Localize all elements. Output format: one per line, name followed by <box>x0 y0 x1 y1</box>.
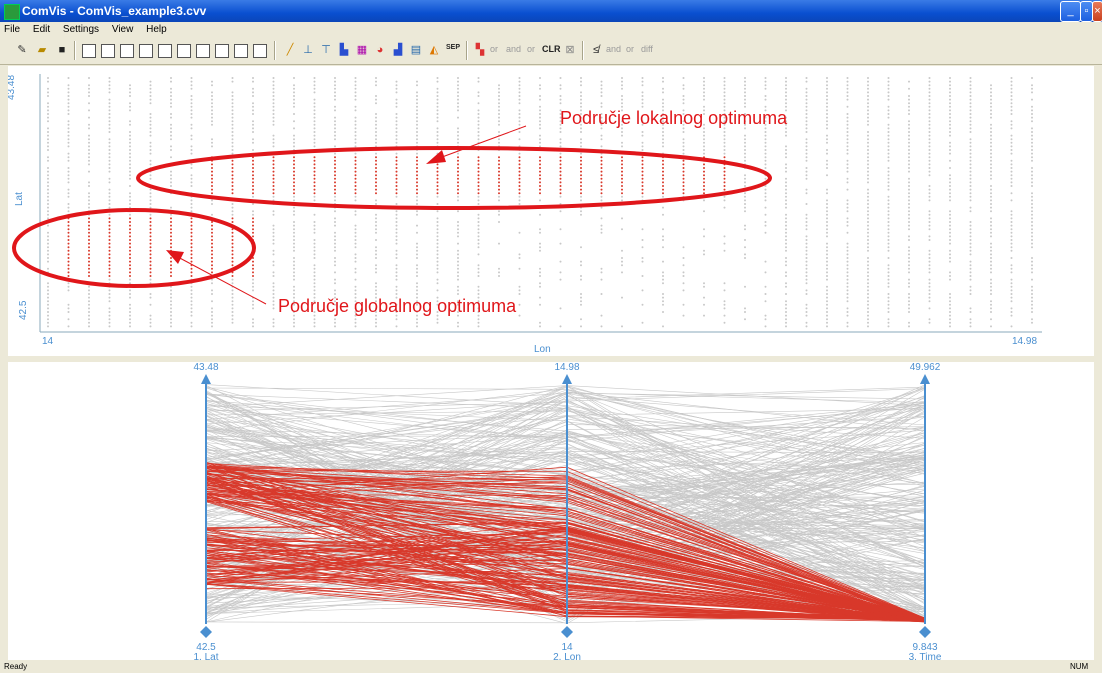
bar-chart-icon[interactable]: ▟ <box>390 42 406 58</box>
polylines <box>205 384 926 624</box>
parallel-coordinates-icon[interactable]: ⊤ <box>318 42 334 58</box>
axis-min-handle-icon[interactable] <box>200 626 212 638</box>
close-button[interactable]: × <box>1092 1 1102 22</box>
axis-max-label: 49.962 <box>910 362 941 373</box>
brush-icon[interactable]: ╱ <box>282 42 298 58</box>
x-axis-label: Lon <box>534 344 551 355</box>
y-min-label: 42.5 <box>18 300 29 320</box>
layout-icon[interactable] <box>101 44 115 58</box>
toolbar-separator <box>274 41 276 60</box>
layout-icon[interactable] <box>82 44 96 58</box>
axis-min-handle-icon[interactable] <box>561 626 573 638</box>
brush-mode-icon[interactable]: ≰ <box>588 42 604 58</box>
matrix-icon[interactable]: ▦ <box>354 42 370 58</box>
layout-icon[interactable] <box>120 44 134 58</box>
layout-icon[interactable] <box>234 44 248 58</box>
local-arrowhead-icon <box>426 150 446 164</box>
menu-help[interactable]: Help <box>142 22 173 35</box>
and-label[interactable]: and <box>606 44 621 54</box>
toolbar-separator <box>466 41 468 60</box>
status-text: Ready <box>4 662 28 671</box>
global-optimum-ellipse <box>12 208 256 288</box>
histogram-icon[interactable]: ▙ <box>336 42 352 58</box>
axis-max-label: 14.98 <box>554 362 579 373</box>
axis-name-label: 2. Lon <box>553 652 581 660</box>
parallel-coordinates-view[interactable]: 43.48 42.5 1. Lat 14.98 14 2. Lon 49.962 9.843 3… <box>8 362 1094 663</box>
axis-max-handle-icon[interactable] <box>201 374 211 384</box>
sep-label[interactable]: SEP <box>446 44 460 51</box>
scatterplot-canvas[interactable]: 43.48 42.5 Lat 14 14.98 Lon Područje lok… <box>6 66 1094 356</box>
menu-view[interactable]: View <box>108 22 140 35</box>
diff-label[interactable]: diff <box>641 44 653 54</box>
num-lock-indicator: NUM <box>1070 662 1089 671</box>
save-icon[interactable]: ■ <box>54 42 70 58</box>
toolbar-separator <box>582 41 584 60</box>
axis-max-handle-icon[interactable] <box>920 374 930 384</box>
layout-icon[interactable] <box>139 44 153 58</box>
menu-edit[interactable]: Edit <box>29 22 56 35</box>
title-bar: ComVis - ComVis_example3.cvv _ ▫ × <box>0 0 1102 22</box>
window-title: ComVis - ComVis_example3.cvv <box>22 4 207 18</box>
layout-icon[interactable] <box>158 44 172 58</box>
axis-max-handle-icon[interactable] <box>562 374 572 384</box>
open-folder-icon[interactable]: ▰ <box>34 42 50 58</box>
minimize-button[interactable]: _ <box>1060 1 1081 22</box>
global-arrowhead-icon <box>166 250 184 264</box>
axis-name-label: 1. Lat <box>193 652 218 660</box>
status-bar: Ready NUM <box>0 662 1102 673</box>
layout-icon[interactable] <box>215 44 229 58</box>
menu-settings[interactable]: Settings <box>59 22 105 35</box>
parallel-coordinates-canvas[interactable]: 43.4842.51. Lat14.98142. Lon49.9629.8433… <box>8 362 1094 663</box>
scatterplot-icon[interactable]: ⊥ <box>300 42 316 58</box>
axis-min-handle-icon[interactable] <box>919 626 931 638</box>
invert-icon[interactable]: ⊠ <box>562 42 578 58</box>
or-label[interactable]: or <box>626 44 634 54</box>
app-icon <box>4 4 20 20</box>
layout-icon[interactable] <box>196 44 210 58</box>
menu-bar: File Edit Settings View Help <box>0 22 1102 38</box>
toolbar: ✎ ▰ ■ ╱ ⊥ ⊤ ▙ ▦ ◕ ▟ ▤ ◭ SEP ▚ or and or … <box>0 38 1102 65</box>
scatterplot-view[interactable]: 43.48 42.5 Lat 14 14.98 Lon Područje lok… <box>6 66 1094 356</box>
table-icon[interactable]: ▤ <box>408 42 424 58</box>
local-annotation-pointer <box>433 125 527 161</box>
global-optimum-annotation: Područje globalnog optimuma <box>278 296 517 316</box>
layout-icon[interactable] <box>253 44 267 58</box>
y-max-label: 43.48 <box>8 75 17 100</box>
local-optimum-annotation: Područje lokalnog optimuma <box>560 108 788 128</box>
x-min-label: 14 <box>42 336 54 347</box>
axis-max-label: 43.48 <box>193 362 218 373</box>
pie-chart-icon[interactable]: ◕ <box>372 42 388 58</box>
select-icon[interactable]: ▚ <box>472 42 488 58</box>
y-axis-label: Lat <box>14 192 25 206</box>
clear-label[interactable]: CLR <box>542 44 561 54</box>
new-icon[interactable]: ✎ <box>14 42 30 58</box>
x-max-label: 14.98 <box>1012 336 1037 347</box>
axis-name-label: 3. Time <box>909 652 942 660</box>
area-chart-icon[interactable]: ◭ <box>426 42 442 58</box>
or-label[interactable]: or <box>527 44 535 54</box>
scatter-points <box>47 77 1033 328</box>
or-label[interactable]: or <box>490 44 498 54</box>
menu-file[interactable]: File <box>0 22 26 35</box>
and-label[interactable]: and <box>506 44 521 54</box>
layout-icon[interactable] <box>177 44 191 58</box>
toolbar-separator <box>74 41 76 60</box>
